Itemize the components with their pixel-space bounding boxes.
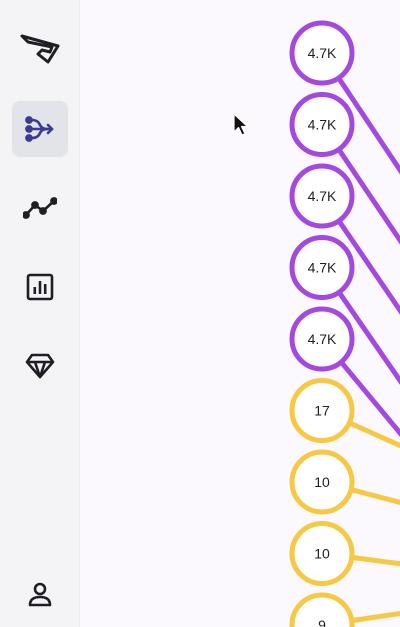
branch-flow-icon xyxy=(25,116,54,142)
node-link xyxy=(351,554,400,567)
flow-node[interactable]: 17 xyxy=(289,378,355,443)
fox-logo-icon xyxy=(20,34,60,64)
flow-canvas[interactable]: 4.7K 4.7K 4.7K 4.7K 4.7K 17 10 10 9 xyxy=(80,0,400,627)
app-window: 4.7K 4.7K 4.7K 4.7K 4.7K 17 10 10 9 xyxy=(0,0,400,627)
node-label: 4.7K xyxy=(308,260,337,276)
node-label: 4.7K xyxy=(308,331,337,347)
flow-node[interactable]: 9 xyxy=(289,592,355,627)
flow-graph: 4.7K 4.7K 4.7K 4.7K 4.7K 17 10 10 9 xyxy=(289,20,400,627)
node-label: 10 xyxy=(314,474,330,490)
diamond-icon xyxy=(25,353,55,379)
node-label: 4.7K xyxy=(308,117,337,133)
sidebar xyxy=(0,0,80,627)
flow-node[interactable]: 4.7K xyxy=(289,163,355,229)
flow-node[interactable]: 4.7K xyxy=(289,306,355,372)
flow-node[interactable]: 4.7K xyxy=(289,235,355,300)
bar-chart-icon xyxy=(26,273,54,301)
user-icon xyxy=(28,582,52,607)
node-label: 17 xyxy=(314,403,330,419)
node-label: 4.7K xyxy=(308,188,337,204)
flow-node[interactable]: 10 xyxy=(289,449,355,515)
sidebar-item-reports[interactable] xyxy=(12,259,68,315)
sidebar-item-premium[interactable] xyxy=(12,338,68,394)
node-label: 4.7K xyxy=(308,45,337,61)
profile-button[interactable] xyxy=(12,566,68,622)
flow-node[interactable]: 4.7K xyxy=(289,20,355,86)
flow-node[interactable]: 10 xyxy=(289,521,355,586)
app-logo[interactable] xyxy=(12,20,68,76)
node-link xyxy=(350,487,400,505)
sidebar-item-trends[interactable] xyxy=(12,180,68,236)
node-group: 4.7K 4.7K 4.7K 4.7K 4.7K 17 10 10 9 xyxy=(289,20,355,627)
trend-line-icon xyxy=(23,197,57,219)
flow-node[interactable]: 4.7K xyxy=(289,92,355,157)
node-link xyxy=(351,610,400,624)
node-label: 10 xyxy=(314,546,330,562)
node-label: 9 xyxy=(318,617,326,627)
sidebar-item-flow[interactable] xyxy=(12,101,68,157)
